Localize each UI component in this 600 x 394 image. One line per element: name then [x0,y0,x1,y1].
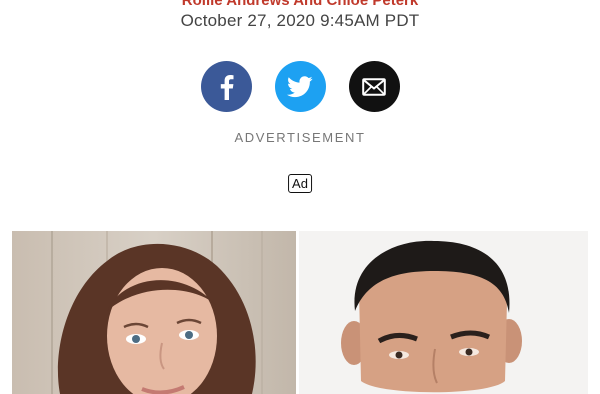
share-buttons [0,61,600,112]
portrait-man-image [299,231,588,394]
article-byline[interactable]: Rollie Andrews And Chloe Peterk [0,0,600,9]
facebook-share-button[interactable] [200,61,252,112]
portrait-woman-image [12,231,296,394]
ad-badge[interactable]: Ad [288,174,312,193]
article-dateline: October 27, 2020 9:45AM PDT [180,11,420,30]
email-share-button[interactable] [348,61,400,112]
envelope-icon [362,77,386,96]
facebook-icon [220,74,234,100]
twitter-share-button[interactable] [274,61,326,112]
advertisement-label: ADVERTISEMENT [234,130,366,145]
twitter-icon [287,75,313,97]
